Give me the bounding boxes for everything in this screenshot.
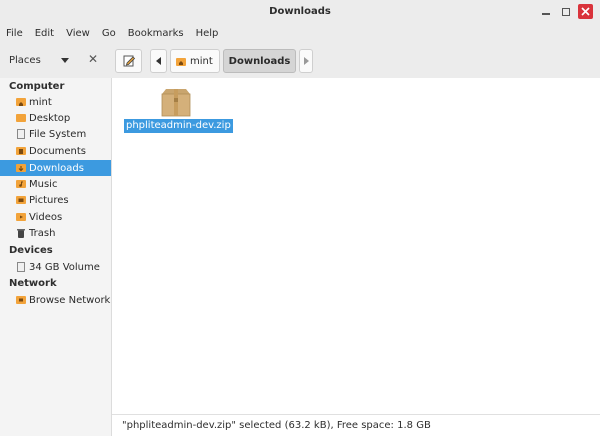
breadcrumb-mint[interactable]: mint xyxy=(170,49,220,73)
menu-help[interactable]: Help xyxy=(190,24,225,44)
pictures-folder-icon xyxy=(16,196,26,204)
places-selector-label[interactable]: Places xyxy=(9,55,41,66)
menu-bookmarks[interactable]: Bookmarks xyxy=(122,24,190,44)
home-folder-icon xyxy=(176,57,186,66)
home-folder-icon xyxy=(16,98,26,106)
sidebar-item-label: Documents xyxy=(29,145,87,157)
sidebar-item-label: Music xyxy=(29,178,58,190)
breadcrumb-forward-button[interactable] xyxy=(299,49,313,73)
menu-view[interactable]: View xyxy=(60,24,96,44)
folder-icon xyxy=(16,114,26,122)
network-folder-icon xyxy=(16,296,26,304)
menu-edit[interactable]: Edit xyxy=(29,24,60,44)
documents-folder-icon xyxy=(16,147,26,155)
status-text: "phpliteadmin-dev.zip" selected (63.2 kB… xyxy=(122,420,431,431)
sidebar-item-label: Pictures xyxy=(29,194,69,206)
close-button[interactable] xyxy=(578,4,593,19)
drive-icon xyxy=(17,262,25,272)
sidebar-item-label: Trash xyxy=(29,227,56,239)
toolbar: Places ✕ mint Downloads xyxy=(0,44,600,78)
downloads-folder-icon xyxy=(16,164,26,172)
sidebar-item-label: File System xyxy=(29,128,87,140)
sidebar-item-desktop[interactable]: Desktop xyxy=(0,110,111,126)
sidebar-item-label: Browse Network xyxy=(29,294,111,306)
file-view[interactable]: phpliteadmin-dev.zip xyxy=(112,78,600,414)
menu-bar: File Edit View Go Bookmarks Help xyxy=(0,24,600,44)
videos-folder-icon xyxy=(16,213,26,221)
sidebar-item-label: mint xyxy=(29,96,52,108)
breadcrumb-downloads[interactable]: Downloads xyxy=(223,49,296,73)
sidebar-item-trash[interactable]: Trash xyxy=(0,225,111,241)
arrow-right-icon xyxy=(303,57,309,65)
minimize-button[interactable] xyxy=(539,5,553,19)
section-devices: Devices xyxy=(9,245,53,256)
minimize-icon xyxy=(542,13,550,15)
drive-icon xyxy=(17,129,25,139)
sidebar-item-pictures[interactable]: Pictures xyxy=(0,192,111,208)
chevron-down-icon[interactable] xyxy=(61,58,69,63)
status-bar: "phpliteadmin-dev.zip" selected (63.2 kB… xyxy=(112,414,600,436)
breadcrumb-back-button[interactable] xyxy=(150,49,167,73)
section-network: Network xyxy=(9,278,57,289)
sidebar-item-browse-network[interactable]: Browse Network xyxy=(0,292,111,308)
sidebar-item-label: Downloads xyxy=(29,162,84,174)
menu-go[interactable]: Go xyxy=(96,24,122,44)
sidebar-item-documents[interactable]: Documents xyxy=(0,143,111,159)
close-sidebar-icon[interactable]: ✕ xyxy=(88,52,98,66)
breadcrumb-downloads-label: Downloads xyxy=(228,55,291,67)
maximize-icon xyxy=(562,8,570,16)
title-bar: Downloads xyxy=(0,0,600,24)
arrow-left-icon xyxy=(156,57,161,65)
trash-icon xyxy=(17,229,25,238)
file-name-label: phpliteadmin-dev.zip xyxy=(124,119,233,133)
window-title: Downloads xyxy=(269,6,331,17)
sidebar-item-label: 34 GB Volume xyxy=(29,261,100,273)
places-sidebar: Computer mint Desktop File System Docume… xyxy=(0,78,112,436)
breadcrumb-mint-label: mint xyxy=(190,55,213,67)
sidebar-item-music[interactable]: Music xyxy=(0,176,111,192)
section-computer: Computer xyxy=(9,81,65,92)
file-item[interactable]: phpliteadmin-dev.zip xyxy=(124,88,233,136)
archive-icon xyxy=(161,89,191,117)
sidebar-item-34gb-volume[interactable]: 34 GB Volume xyxy=(0,259,111,275)
sidebar-item-videos[interactable]: Videos xyxy=(0,209,111,225)
sidebar-item-label: Videos xyxy=(29,211,63,223)
sidebar-item-mint[interactable]: mint xyxy=(0,94,111,110)
menu-file[interactable]: File xyxy=(0,24,29,44)
toggle-location-entry-button[interactable] xyxy=(115,49,142,73)
music-folder-icon xyxy=(16,180,26,188)
edit-icon xyxy=(123,55,135,67)
close-icon xyxy=(581,7,590,16)
sidebar-item-file-system[interactable]: File System xyxy=(0,126,111,142)
maximize-button[interactable] xyxy=(559,5,573,19)
sidebar-item-downloads[interactable]: Downloads xyxy=(0,160,111,176)
sidebar-item-label: Desktop xyxy=(29,112,71,124)
